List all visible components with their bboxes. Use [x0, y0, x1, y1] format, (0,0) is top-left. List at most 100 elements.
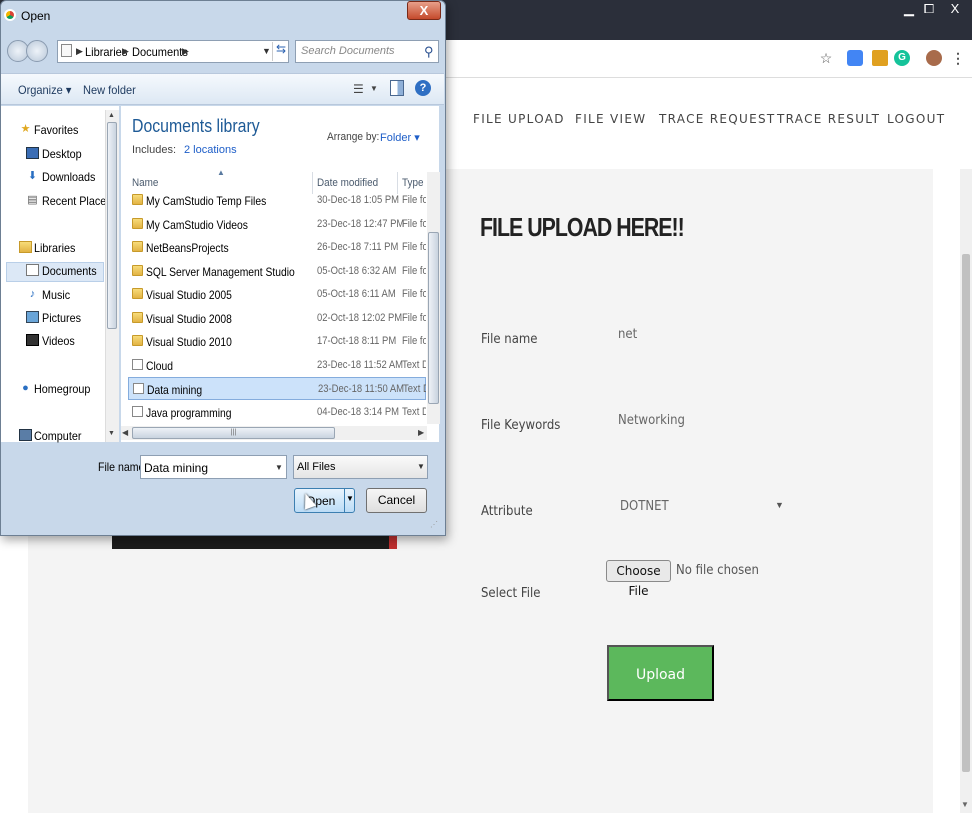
cancel-button[interactable]: Cancel	[366, 488, 427, 513]
breadcrumb-separator-icon[interactable]: ▶	[122, 46, 129, 57]
refresh-icon[interactable]: ⇆	[272, 42, 289, 61]
text-file-icon	[133, 383, 144, 394]
breadcrumb-documents[interactable]: Documents	[132, 45, 188, 59]
nav-logout[interactable]: LOGOUT	[887, 112, 945, 126]
file-row[interactable]: Data mining 23-Dec-18 11:50 AMText D	[128, 377, 426, 400]
scroll-down-arrow-icon[interactable]: ▼	[108, 430, 115, 437]
file-row[interactable]: Visual Studio 2010 17-Oct-18 8:11 PM File …	[128, 330, 426, 353]
translate-extension-icon[interactable]	[847, 50, 863, 66]
file-row[interactable]: NetBeansProjects 26-Dec-18 7:11 PMFile fo…	[128, 236, 426, 259]
profile-avatar[interactable]	[926, 50, 942, 66]
chevron-down-icon[interactable]: ▼	[370, 84, 378, 93]
file-row[interactable]: Java programming 04-Dec-18 3:14 PMText D	[128, 401, 426, 424]
grammarly-extension-icon[interactable]: G	[894, 50, 910, 66]
folder-icon	[132, 264, 143, 276]
file-name-field[interactable]: Data mining	[140, 455, 287, 479]
column-header-type[interactable]: Type	[402, 177, 423, 189]
file-row[interactable]: SQL Server Management Studio 05-Oct-18 6:…	[128, 260, 426, 283]
file-keywords-label: File Keywords	[481, 418, 561, 433]
file-list-hscrollbar-thumb[interactable]: |||	[132, 427, 335, 439]
nav-desktop[interactable]: Desktop	[42, 147, 82, 161]
open-options-arrow-icon[interactable]: ▼	[346, 494, 354, 503]
library-locations-link[interactable]: 2 locations	[184, 144, 237, 156]
nav-favorites[interactable]: Favorites	[34, 123, 78, 137]
file-row[interactable]: My CamStudio Temp Files 30-Dec-18 1:05 PM…	[128, 194, 426, 212]
bookmark-star-icon[interactable]: ☆	[818, 50, 834, 66]
text-file-icon	[132, 358, 143, 370]
nav-scrollbar-thumb[interactable]	[107, 122, 117, 329]
upload-button[interactable]: Upload	[607, 645, 714, 701]
organize-button[interactable]: Organize ▾	[18, 83, 71, 97]
breadcrumb-separator-icon[interactable]: ▶	[76, 46, 83, 57]
file-list-scrollbar-thumb[interactable]	[428, 232, 439, 404]
file-type: Text D	[402, 358, 426, 371]
help-icon[interactable]: ?	[415, 80, 431, 96]
forward-button[interactable]	[26, 40, 48, 62]
file-row[interactable]: Visual Studio 2008 02-Oct-18 12:02 PM File…	[128, 307, 426, 330]
change-view-icon[interactable]: ☰	[353, 82, 364, 96]
chrome-logo-icon	[4, 9, 16, 21]
nav-file-upload[interactable]: FILE UPLOAD	[473, 112, 565, 126]
nav-file-view[interactable]: FILE VIEW	[575, 112, 646, 126]
column-header-name[interactable]: Name	[132, 177, 158, 189]
homegroup-icon: ●	[22, 382, 29, 394]
text-file-icon	[132, 405, 143, 417]
nav-pictures[interactable]: Pictures	[42, 311, 81, 325]
file-type: File fol	[402, 335, 426, 347]
scroll-right-arrow-icon[interactable]: ▶	[418, 428, 424, 437]
scroll-up-arrow-icon[interactable]: ▲	[108, 112, 115, 119]
preview-pane-icon[interactable]	[390, 80, 404, 96]
chevron-down-icon[interactable]: ▼	[417, 462, 425, 471]
file-row[interactable]: Cloud 23-Dec-18 11:52 AMText D	[128, 354, 426, 377]
computer-icon	[19, 429, 32, 441]
maximize-button[interactable]: ⧠	[918, 0, 940, 18]
arrange-by-dropdown[interactable]: Folder ▾	[380, 131, 420, 144]
choose-file-button[interactable]: Choose File	[606, 560, 671, 598]
browser-menu-icon[interactable]: ⋮	[950, 50, 966, 66]
file-type-select[interactable]: All Files	[293, 455, 428, 479]
nav-libraries[interactable]: Libraries	[34, 241, 75, 255]
file-name-input[interactable]: net	[618, 327, 637, 342]
file-row[interactable]: My CamStudio Videos 23-Dec-18 12:47 PM Fil…	[128, 213, 426, 236]
scroll-left-arrow-icon[interactable]: ◀	[122, 428, 128, 437]
dialog-titlebar[interactable]	[1, 1, 445, 33]
library-includes-label: Includes:	[132, 144, 177, 156]
minimize-button[interactable]: ▁	[898, 0, 920, 18]
nav-computer[interactable]: Computer	[34, 429, 81, 443]
file-date: 05-Oct-18 6:11 AM	[317, 288, 396, 300]
nav-recent-places[interactable]: Recent Places	[42, 194, 112, 208]
search-icon[interactable]: ⚲	[424, 44, 434, 60]
file-keywords-input[interactable]: Networking	[618, 413, 685, 428]
nav-trace-result[interactable]: TRACE RESULT	[777, 112, 880, 126]
chevron-down-icon[interactable]: ▼	[275, 463, 283, 472]
column-divider[interactable]	[397, 172, 398, 194]
column-header-date[interactable]: Date modified	[317, 177, 378, 189]
page-scrollbar-thumb[interactable]	[962, 254, 970, 772]
document-extension-icon[interactable]	[872, 50, 888, 66]
nav-documents[interactable]: Documents	[42, 264, 97, 278]
resize-grip-icon[interactable]: ⋰	[430, 520, 438, 529]
chevron-down-icon[interactable]: ▼	[262, 46, 271, 56]
nav-music[interactable]: Music	[42, 288, 70, 302]
breadcrumb-libraries[interactable]: Libraries	[85, 45, 127, 59]
file-name-label: File name	[481, 332, 538, 347]
window-close-button[interactable]: X	[944, 0, 966, 18]
page-title: FILE UPLOAD HERE!!	[480, 212, 685, 242]
dialog-close-button[interactable]: X	[407, 1, 441, 20]
nav-downloads[interactable]: Downloads	[42, 170, 95, 184]
attribute-select[interactable]: DOTNET	[620, 499, 669, 514]
scroll-down-arrow-icon[interactable]: ▼	[961, 800, 969, 809]
file-row[interactable]: Visual Studio 2005 05-Oct-18 6:11 AM File …	[128, 283, 426, 306]
attribute-label: Attribute	[481, 504, 533, 519]
file-type: File fol	[402, 264, 426, 277]
column-divider[interactable]	[312, 172, 313, 194]
nav-homegroup[interactable]: Homegroup	[34, 382, 90, 396]
nav-trace-request[interactable]: TRACE REQUEST	[659, 112, 776, 126]
nav-videos[interactable]: Videos	[42, 334, 75, 348]
breadcrumb-separator-icon[interactable]: ▶	[182, 46, 189, 57]
chevron-down-icon[interactable]: ▼	[775, 500, 784, 510]
folder-icon	[132, 194, 143, 205]
sort-ascending-icon: ▲	[217, 168, 225, 177]
new-folder-button[interactable]: New folder	[83, 83, 136, 97]
pictures-icon	[26, 311, 39, 323]
